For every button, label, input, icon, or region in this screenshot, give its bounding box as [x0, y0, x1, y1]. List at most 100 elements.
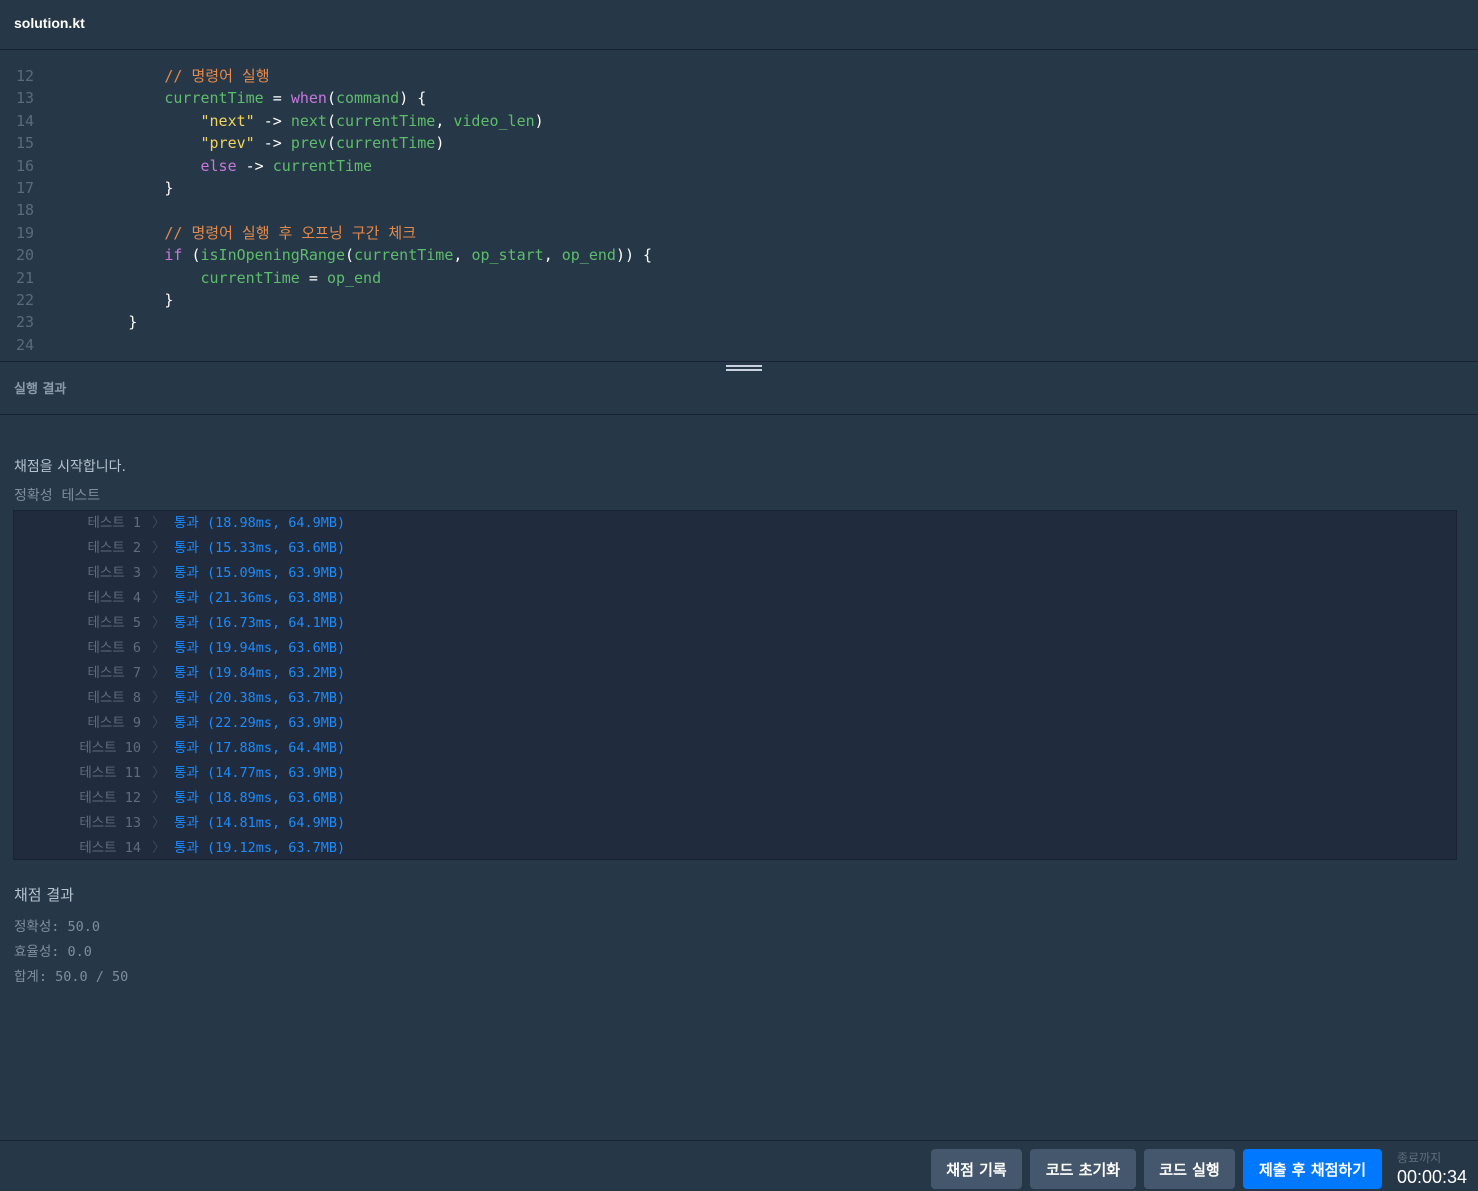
line-source: currentTime = op_end	[56, 267, 382, 289]
line-source: "prev" -> prev(currentTime)	[56, 132, 445, 154]
test-result: 통과 (18.89ms, 63.6MB)	[174, 790, 346, 806]
line-number: 17	[16, 179, 35, 197]
grading-history-button[interactable]: 채점 기록	[931, 1149, 1022, 1189]
test-result: 통과 (15.09ms, 63.9MB)	[174, 565, 346, 581]
test-row: 테스트 14 〉 통과 (19.12ms, 63.7MB)	[14, 836, 1456, 861]
line-number: 18	[16, 201, 35, 220]
test-result: 통과 (16.73ms, 64.1MB)	[174, 615, 346, 631]
code-token: ->	[236, 156, 273, 175]
code-token: (	[326, 111, 336, 130]
line-number: 23	[16, 313, 35, 332]
test-row: 테스트 4 〉 통과 (21.36ms, 63.8MB)	[14, 586, 1456, 611]
code-token: else	[200, 156, 237, 175]
code-token: next	[290, 111, 327, 130]
line-number: 20	[16, 246, 35, 265]
code-token: when	[290, 89, 327, 108]
code-line[interactable]: 18	[0, 199, 1478, 221]
run-code-button[interactable]: 코드 실행	[1144, 1149, 1235, 1189]
test-name: 테스트 6	[87, 640, 141, 656]
line-number: 12	[16, 67, 35, 85]
test-row: 테스트 11 〉 통과 (14.77ms, 63.9MB)	[14, 761, 1456, 786]
test-results-list: 테스트 1 〉 통과 (18.98ms, 64.9MB) 테스트 2 〉 통과 (15.3…	[13, 510, 1457, 860]
test-result: 통과 (20.38ms, 63.7MB)	[174, 690, 346, 706]
code-token: op_end	[561, 246, 616, 265]
code-line[interactable]: 14 "next" -> next(currentTime, video_len…	[0, 110, 1478, 132]
test-result: 통과 (19.84ms, 63.2MB)	[174, 665, 346, 681]
resize-handle[interactable]	[726, 365, 762, 375]
action-bar: 채점 기록 코드 초기화 코드 실행 제출 후 채점하기 종료까지 00:00:…	[0, 1140, 1478, 1191]
test-result: 통과 (14.81ms, 64.9MB)	[174, 815, 346, 831]
test-result: 통과 (18.98ms, 64.9MB)	[174, 515, 346, 531]
code-line[interactable]: 21 currentTime = op_end	[0, 267, 1478, 289]
code-token: ,	[543, 246, 562, 265]
test-name: 테스트 7	[87, 665, 141, 681]
test-name: 테스트 2	[87, 540, 141, 556]
code-token: prev	[290, 134, 327, 153]
file-title[interactable]: solution.kt	[14, 15, 85, 31]
test-name: 테스트 14	[79, 840, 141, 856]
test-name: 테스트 8	[87, 690, 141, 706]
chevron-right-icon: 〉	[152, 715, 166, 731]
code-token: // 명령어 실행	[164, 67, 270, 85]
code-token: (	[182, 246, 201, 265]
chevron-right-icon: 〉	[152, 590, 166, 606]
test-result: 통과 (15.33ms, 63.6MB)	[174, 540, 346, 556]
line-source: else -> currentTime	[56, 155, 373, 177]
code-token: op_start	[471, 246, 544, 265]
code-token: "prev"	[200, 134, 255, 153]
test-name: 테스트 13	[79, 815, 141, 831]
summary-title: 채점 결과	[14, 886, 74, 904]
code-token: ->	[254, 111, 291, 130]
code-line[interactable]: 16 else -> currentTime	[0, 155, 1478, 177]
test-row: 테스트 8 〉 통과 (20.38ms, 63.7MB)	[14, 686, 1456, 711]
timer-value: 00:00:34	[1397, 1167, 1468, 1187]
line-number: 22	[16, 291, 35, 309]
chevron-right-icon: 〉	[152, 765, 166, 781]
test-name: 테스트 10	[79, 740, 141, 756]
test-result: 통과 (19.94ms, 63.6MB)	[174, 640, 346, 656]
chevron-right-icon: 〉	[152, 615, 166, 631]
test-row: 테스트 10 〉 통과 (17.88ms, 64.4MB)	[14, 736, 1456, 761]
code-token: }	[164, 179, 174, 197]
chevron-right-icon: 〉	[152, 690, 166, 706]
chevron-right-icon: 〉	[152, 565, 166, 581]
test-name: 테스트 5	[87, 615, 141, 631]
test-result: 통과 (19.12ms, 63.7MB)	[174, 840, 346, 856]
code-line[interactable]: 20 if (isInOpeningRange(currentTime, op_…	[0, 244, 1478, 266]
code-line[interactable]: 12 // 명령어 실행	[0, 65, 1478, 87]
code-token: isInOpeningRange	[200, 246, 346, 265]
code-line[interactable]: 19 // 명령어 실행 후 오프닝 구간 체크	[0, 222, 1478, 244]
editor-tab-bar: solution.kt	[0, 0, 1478, 50]
result-title: 실행 결과	[14, 382, 67, 397]
code-token: currentTime	[200, 268, 300, 287]
test-result: 통과 (22.29ms, 63.9MB)	[174, 715, 346, 731]
code-line[interactable]: 15 "prev" -> prev(currentTime)	[0, 132, 1478, 154]
line-source: }	[56, 289, 173, 311]
section-label: 정확성 테스트	[14, 488, 101, 504]
line-number: 24	[16, 335, 35, 354]
code-line[interactable]: 17 }	[0, 177, 1478, 199]
code-token: if	[164, 246, 183, 265]
line-source: }	[56, 177, 173, 199]
reset-code-button[interactable]: 코드 초기화	[1030, 1149, 1136, 1189]
line-source: if (isInOpeningRange(currentTime, op_sta…	[56, 244, 652, 266]
code-token: (	[326, 89, 336, 108]
timer-label: 종료까지	[1397, 1151, 1442, 1165]
code-token: ) {	[399, 89, 427, 108]
code-line[interactable]: 24	[0, 334, 1478, 356]
code-line[interactable]: 23 }	[0, 311, 1478, 333]
line-source: }	[56, 311, 137, 333]
code-editor[interactable]: 12 // 명령어 실행 13 currentTime = when(comman…	[0, 51, 1478, 361]
submit-button[interactable]: 제출 후 채점하기	[1243, 1149, 1382, 1189]
code-token: =	[263, 89, 291, 108]
line-number: 16	[16, 156, 35, 175]
code-line[interactable]: 22 }	[0, 289, 1478, 311]
code-token: "next"	[200, 111, 255, 130]
code-line[interactable]: 13 currentTime = when(command) {	[0, 87, 1478, 109]
